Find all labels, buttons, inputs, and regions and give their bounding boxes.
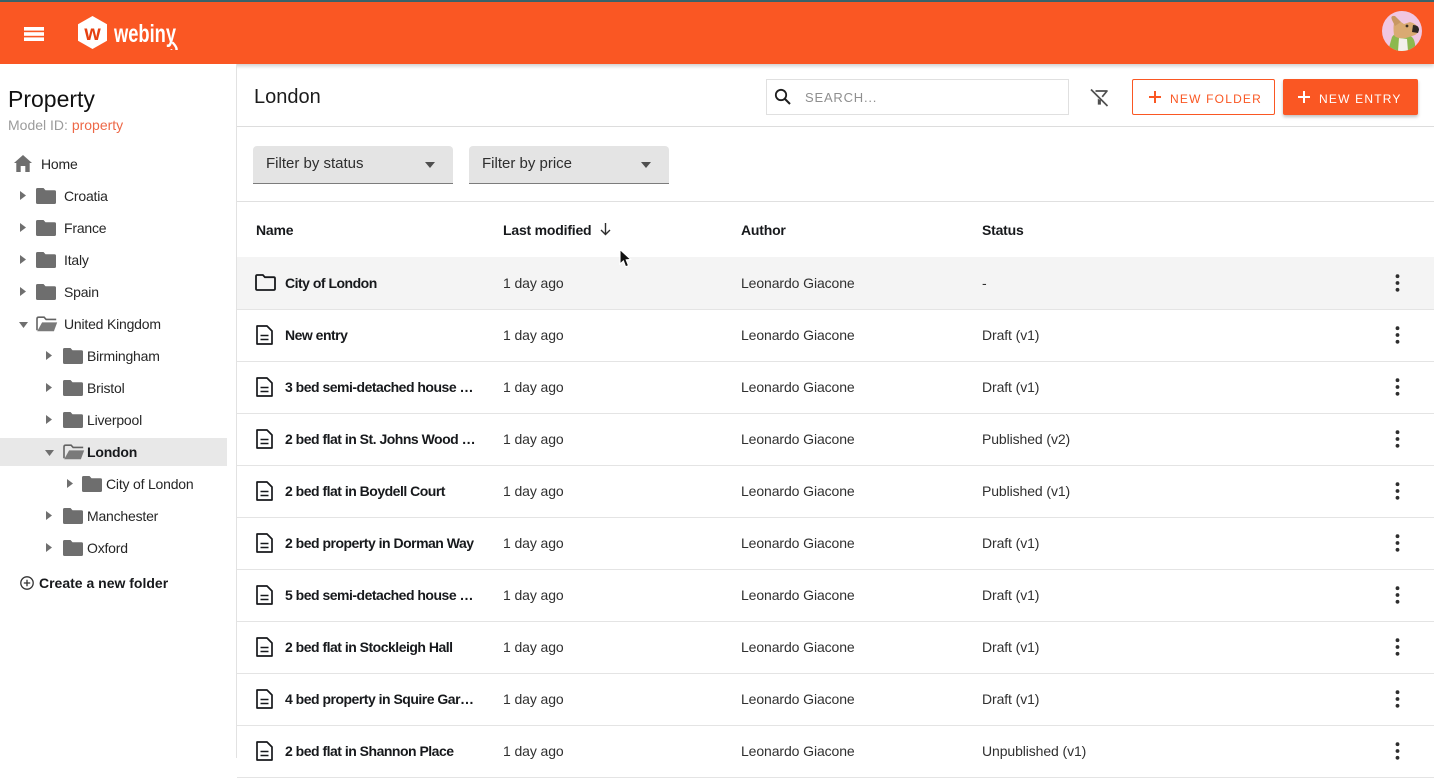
svg-text:webiny: webiny [113,20,176,48]
svg-text:w: w [83,22,101,45]
